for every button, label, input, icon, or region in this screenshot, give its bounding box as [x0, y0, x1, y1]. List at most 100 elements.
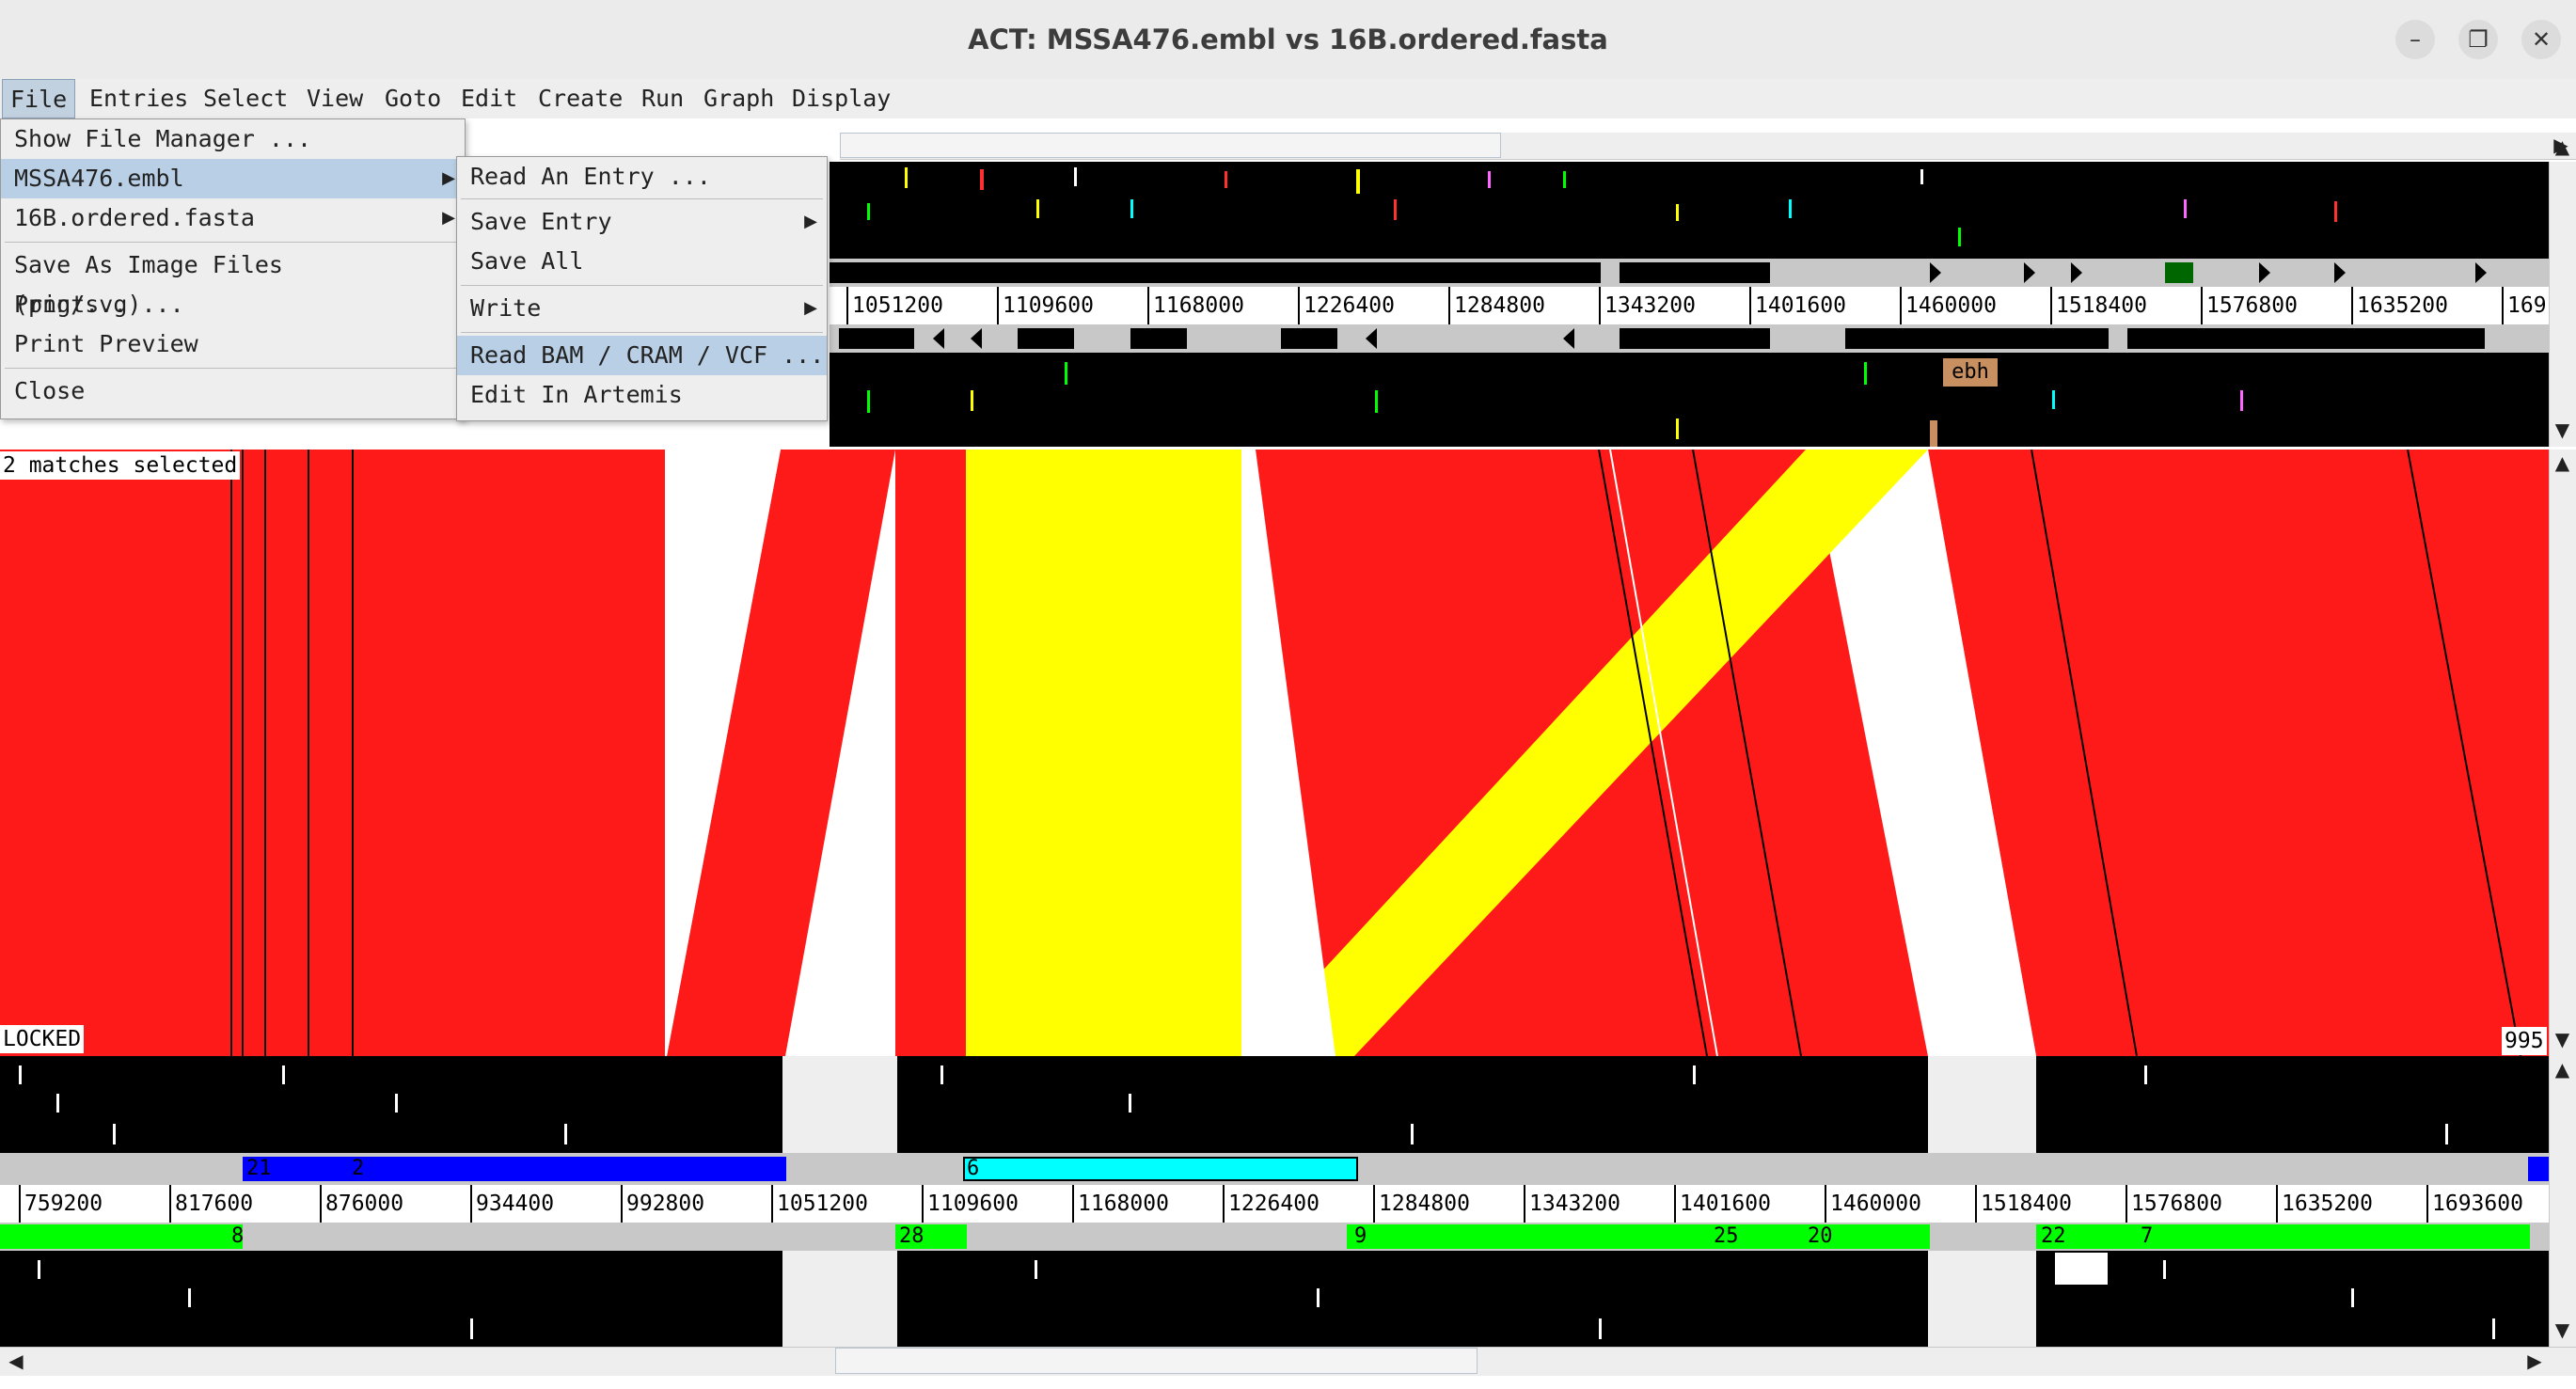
window-title: ACT: MSSA476.embl vs 16B.ordered.fasta — [968, 24, 1608, 55]
ruler-tick: 1343200 — [1599, 287, 1696, 324]
maximize-button[interactable]: ❐ — [2458, 20, 2498, 59]
ruler-tick: 1168000 — [1072, 1185, 1169, 1223]
contig-label: 9 — [1354, 1224, 1367, 1248]
file-menu: Show File Manager ... MSSA476.embl ▶ 16B.… — [0, 118, 466, 419]
ruler-tick: 1401600 — [1674, 1185, 1771, 1223]
close-button[interactable]: ✕ — [2521, 20, 2561, 59]
menu-select[interactable]: Select — [196, 79, 295, 118]
menu-item-close[interactable]: Close — [1, 371, 465, 411]
menu-item-mssa476-embl[interactable]: MSSA476.embl ▶ — [1, 159, 465, 198]
comparison-end-label: 995 — [2502, 1027, 2547, 1055]
ruler-tick: 1576800 — [2201, 287, 2298, 324]
top-sequence-ruler: 1051200 1109600 1168000 1226400 1284800 … — [830, 287, 2549, 324]
bottom-frame-lines-reverse — [0, 1251, 2549, 1347]
minimize-button[interactable]: – — [2395, 20, 2435, 59]
ruler-tick: 1518400 — [2050, 287, 2147, 324]
ruler-tick: 1284800 — [1373, 1185, 1470, 1223]
ruler-tick: 1635200 — [2276, 1185, 2373, 1223]
ruler-tick: 934400 — [470, 1185, 554, 1223]
comparison-panel[interactable] — [0, 450, 2549, 1056]
bottom-sequence-ruler: 759200 817600 876000 934400 992800 10512… — [0, 1185, 2549, 1223]
scroll-right-arrow-icon[interactable]: ▶ — [2522, 1350, 2547, 1372]
ruler-tick: 817600 — [169, 1185, 253, 1223]
menu-run[interactable]: Run — [634, 79, 691, 118]
scroll-down-arrow-icon[interactable]: ▼ — [2549, 418, 2576, 441]
ruler-tick: 1109600 — [997, 287, 1094, 324]
menu-entries[interactable]: Entries — [82, 79, 196, 118]
ruler-tick: 1226400 — [1298, 287, 1395, 324]
scroll-up-arrow-icon[interactable]: ▲ — [2549, 1058, 2576, 1081]
contig-label: 28 — [899, 1224, 925, 1248]
menu-item-print[interactable]: Print... — [1, 285, 465, 324]
ruler-tick: 1693600 — [2426, 1185, 2523, 1223]
menu-graph[interactable]: Graph — [696, 79, 782, 118]
menu-separator — [5, 242, 461, 243]
ruler-tick: 1518400 — [1975, 1185, 2072, 1223]
submenu-arrow-icon: ▶ — [442, 208, 455, 228]
menu-create[interactable]: Create — [530, 79, 630, 118]
bottom-scrollbar-thumb[interactable] — [835, 1348, 1478, 1374]
menu-item-print-preview[interactable]: Print Preview — [1, 324, 465, 364]
top-frame-lines-reverse — [830, 353, 2549, 447]
scroll-down-arrow-icon[interactable]: ▼ — [2549, 1028, 2576, 1050]
menu-display[interactable]: Display — [784, 79, 898, 118]
ruler-tick: 169 — [2502, 287, 2547, 324]
ruler-tick: 1460000 — [1825, 1185, 1921, 1223]
matches-selected-label: 2 matches selected — [0, 451, 241, 480]
submenu-arrow-icon: ▶ — [804, 298, 817, 318]
contig-label: 25 — [1714, 1224, 1739, 1248]
contig-label: 22 — [2041, 1224, 2066, 1248]
menu-item-save-all[interactable]: Save All — [457, 242, 827, 281]
contig-label: 7 — [2141, 1224, 2154, 1248]
submenu-arrow-icon: ▶ — [442, 168, 455, 188]
menu-file[interactable]: File — [2, 79, 76, 118]
contig-bar-green[interactable] — [2036, 1224, 2530, 1249]
feature-marker — [1930, 420, 1937, 447]
ruler-tick: 759200 — [19, 1185, 103, 1223]
ruler-tick: 1401600 — [1749, 287, 1846, 324]
contig-bar-blue[interactable] — [243, 1157, 786, 1181]
ruler-tick: 1109600 — [922, 1185, 1019, 1223]
top-scrollbar-thumb[interactable] — [840, 133, 1501, 158]
bottom-vertical-scrollbar[interactable] — [2549, 1056, 2576, 1347]
ruler-tick: 1343200 — [1524, 1185, 1620, 1223]
contig-bar-green[interactable] — [1347, 1224, 1930, 1249]
bottom-forward-contig-strip: 21 2 6 — [0, 1153, 2549, 1185]
contig-bar-blue[interactable] — [2528, 1157, 2549, 1181]
menu-item-write[interactable]: Write ▶ — [457, 289, 827, 328]
bottom-reverse-contig-strip: 8 28 9 25 20 22 7 — [0, 1223, 2549, 1251]
ruler-tick: 992800 — [621, 1185, 704, 1223]
scroll-up-arrow-icon[interactable]: ▲ — [2549, 451, 2576, 474]
scroll-left-arrow-icon[interactable]: ◀ — [4, 1350, 28, 1372]
menu-item-16b-ordered-fasta[interactable]: 16B.ordered.fasta ▶ — [1, 198, 465, 238]
ruler-tick: 1051200 — [771, 1185, 868, 1223]
menu-separator — [461, 198, 823, 199]
menu-item-save-image[interactable]: Save As Image Files (png/svg)... — [1, 245, 465, 318]
menu-view[interactable]: View — [299, 79, 371, 118]
comparison-vertical-scrollbar[interactable] — [2549, 450, 2576, 1056]
submenu-arrow-icon: ▶ — [804, 212, 817, 231]
menu-item-save-entry[interactable]: Save Entry ▶ — [457, 202, 827, 242]
scroll-down-arrow-icon[interactable]: ▼ — [2549, 1318, 2576, 1341]
menu-item-edit-in-artemis[interactable]: Edit In Artemis — [457, 375, 827, 415]
ruler-tick: 1051200 — [846, 287, 943, 324]
contig-bar-green[interactable] — [0, 1224, 243, 1249]
ruler-tick: 1226400 — [1223, 1185, 1320, 1223]
menu-item-read-bam-cram-vcf[interactable]: Read BAM / CRAM / VCF ... — [457, 336, 827, 375]
ruler-tick: 1576800 — [2126, 1185, 2222, 1223]
top-reverse-feature-strip — [830, 324, 2549, 353]
menu-separator — [461, 285, 823, 286]
ruler-tick: 1284800 — [1448, 287, 1545, 324]
scroll-up-arrow-icon[interactable]: ▲ — [2549, 135, 2576, 158]
feature-label-ebh[interactable]: ebh — [1943, 358, 1998, 387]
contig-label: 6 — [967, 1157, 980, 1180]
menu-item-read-entry[interactable]: Read An Entry ... — [457, 157, 827, 197]
menu-item-show-file-manager[interactable]: Show File Manager ... — [1, 119, 465, 159]
contig-label: 21 — [246, 1157, 272, 1180]
menu-goto[interactable]: Goto — [377, 79, 449, 118]
ruler-tick: 1168000 — [1147, 287, 1244, 324]
contig-label: 8 — [231, 1224, 245, 1248]
contig-bar-selected[interactable] — [963, 1157, 1358, 1181]
menu-edit[interactable]: Edit — [453, 79, 525, 118]
top-vertical-scrollbar[interactable] — [2549, 162, 2576, 447]
